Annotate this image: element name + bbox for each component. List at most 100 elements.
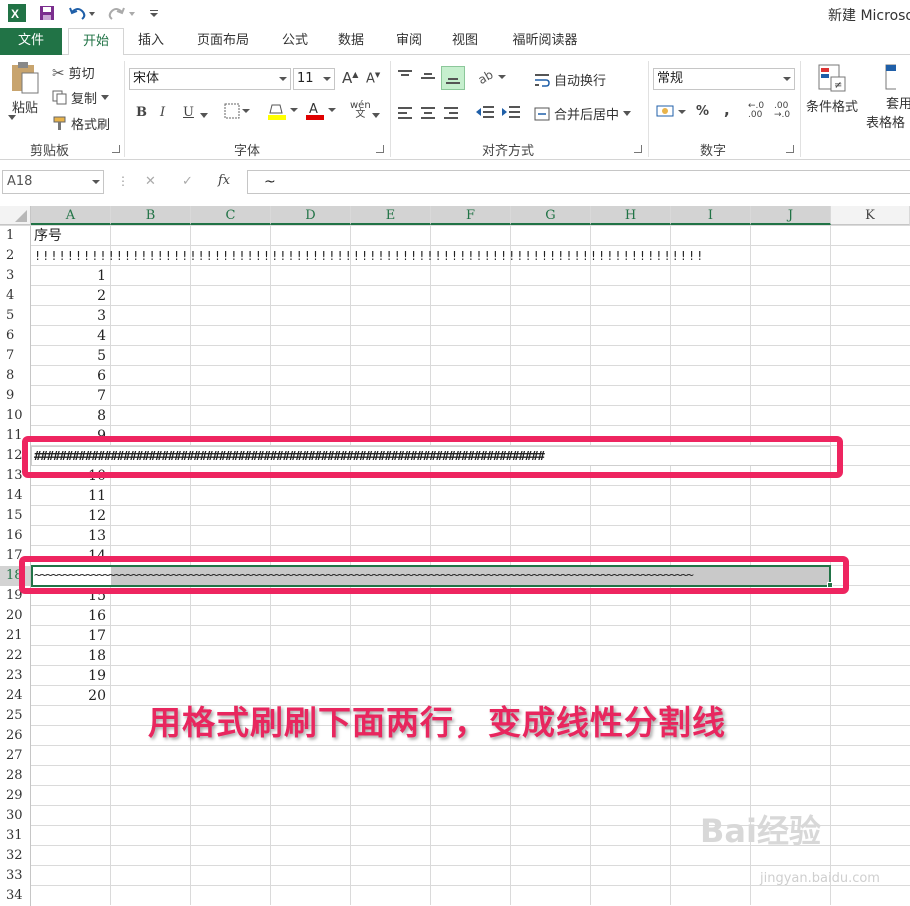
- align-left-icon[interactable]: [398, 107, 412, 123]
- align-right-icon[interactable]: [444, 107, 458, 123]
- name-box[interactable]: A18: [2, 170, 104, 194]
- percent-button[interactable]: %: [696, 104, 709, 119]
- tab-page-layout[interactable]: 页面布局: [186, 28, 260, 55]
- orientation-icon[interactable]: ab: [476, 67, 506, 89]
- alignment-launcher-icon[interactable]: [634, 145, 642, 153]
- column-header-a[interactable]: A: [31, 206, 111, 225]
- cell-number[interactable]: 12: [31, 506, 106, 526]
- cell-number[interactable]: 11: [31, 486, 106, 506]
- cell-number[interactable]: 2: [31, 286, 106, 306]
- cell-number[interactable]: 3: [31, 306, 106, 326]
- row-header[interactable]: 29: [0, 786, 31, 806]
- cancel-icon[interactable]: ✕: [145, 174, 156, 189]
- font-launcher-icon[interactable]: [376, 145, 384, 153]
- column-header-j[interactable]: J: [751, 206, 831, 225]
- tab-file[interactable]: 文件: [0, 28, 62, 55]
- format-as-table-button[interactable]: 套用 表格格: [866, 63, 910, 131]
- insert-function-icon[interactable]: fx: [218, 173, 230, 188]
- row-header[interactable]: 21: [0, 626, 31, 646]
- row-header[interactable]: 1: [0, 226, 31, 246]
- row-header[interactable]: 5: [0, 306, 31, 326]
- increase-decimal-icon[interactable]: ←.0.00: [748, 102, 764, 120]
- undo-icon[interactable]: [68, 4, 96, 22]
- borders-icon[interactable]: [224, 103, 250, 123]
- row-header[interactable]: 20: [0, 606, 31, 626]
- cell-number[interactable]: 20: [31, 686, 106, 706]
- fill-color-icon[interactable]: [268, 101, 300, 125]
- cell-a2[interactable]: !!!!!!!!!!!!!!!!!!!!!!!!!!!!!!!!!!!!!!!!…: [34, 246, 830, 266]
- cell-number[interactable]: 5: [31, 346, 106, 366]
- column-header-f[interactable]: F: [431, 206, 511, 225]
- tab-data[interactable]: 数据: [328, 28, 374, 55]
- cell-number[interactable]: 7: [31, 386, 106, 406]
- cut-button[interactable]: ✂ 剪切: [52, 63, 95, 83]
- enter-icon[interactable]: ✓: [182, 174, 193, 189]
- clipboard-launcher-icon[interactable]: [112, 145, 120, 153]
- row-header[interactable]: 9: [0, 386, 31, 406]
- paste-button[interactable]: 粘贴: [6, 61, 44, 116]
- row-header[interactable]: 26: [0, 726, 31, 746]
- cell-number[interactable]: 16: [31, 606, 106, 626]
- column-header-i[interactable]: I: [671, 206, 751, 225]
- column-header-k[interactable]: K: [831, 206, 910, 225]
- row-header[interactable]: 32: [0, 846, 31, 866]
- cell-a1[interactable]: 序号: [34, 226, 62, 246]
- copy-button[interactable]: 复制: [52, 88, 110, 107]
- italic-button[interactable]: I: [160, 105, 165, 120]
- cell-number[interactable]: 4: [31, 326, 106, 346]
- comma-button[interactable]: ,: [724, 101, 730, 119]
- tab-formulas[interactable]: 公式: [272, 28, 318, 55]
- row-header[interactable]: 10: [0, 406, 31, 426]
- cell-number[interactable]: 8: [31, 406, 106, 426]
- phonetic-dropdown-icon[interactable]: [372, 107, 380, 122]
- cell-number[interactable]: 1: [31, 266, 106, 286]
- row-header[interactable]: 33: [0, 866, 31, 886]
- cell-number[interactable]: 6: [31, 366, 106, 386]
- row-header[interactable]: 31: [0, 826, 31, 846]
- tab-insert[interactable]: 插入: [128, 28, 174, 55]
- row-header[interactable]: 27: [0, 746, 31, 766]
- row-header[interactable]: 34: [0, 886, 31, 906]
- customize-toolbar-icon[interactable]: [148, 4, 160, 22]
- conditional-format-button[interactable]: ≠ 条件格式: [806, 63, 858, 115]
- row-header[interactable]: 22: [0, 646, 31, 666]
- redo-icon[interactable]: [108, 4, 136, 22]
- font-color-icon[interactable]: A: [306, 101, 338, 125]
- row-header[interactable]: 30: [0, 806, 31, 826]
- increase-font-icon[interactable]: A▲: [342, 69, 358, 87]
- select-all-corner[interactable]: [0, 206, 31, 225]
- column-header-e[interactable]: E: [351, 206, 431, 225]
- save-icon[interactable]: [38, 4, 56, 22]
- column-header-g[interactable]: G: [511, 206, 591, 225]
- underline-button[interactable]: U: [183, 105, 194, 120]
- row-header[interactable]: 4: [0, 286, 31, 306]
- cell-number[interactable]: 13: [31, 526, 106, 546]
- formula-input[interactable]: ~: [247, 170, 910, 194]
- phonetic-guide-button[interactable]: wén 文: [350, 101, 371, 120]
- decrease-indent-icon[interactable]: [476, 105, 494, 123]
- format-painter-button[interactable]: 格式刷: [52, 114, 110, 133]
- underline-dropdown-icon[interactable]: [200, 107, 208, 122]
- row-header[interactable]: 7: [0, 346, 31, 366]
- row-header[interactable]: 25: [0, 706, 31, 726]
- tab-foxit-reader[interactable]: 福昕阅读器: [500, 28, 590, 55]
- row-header[interactable]: 2: [0, 246, 31, 266]
- row-header[interactable]: 14: [0, 486, 31, 506]
- decrease-decimal-icon[interactable]: .00 →.0: [774, 102, 790, 120]
- font-size-select[interactable]: 11: [293, 68, 335, 90]
- column-header-c[interactable]: C: [191, 206, 271, 225]
- decrease-font-icon[interactable]: A▼: [366, 71, 380, 86]
- tab-view[interactable]: 视图: [442, 28, 488, 55]
- row-header[interactable]: 28: [0, 766, 31, 786]
- wrap-text-button[interactable]: 自动换行: [534, 70, 606, 89]
- column-header-d[interactable]: D: [271, 206, 351, 225]
- row-header[interactable]: 16: [0, 526, 31, 546]
- merge-center-button[interactable]: 合并后居中: [534, 104, 632, 123]
- align-bottom-icon[interactable]: [441, 66, 465, 90]
- align-center-icon[interactable]: [421, 107, 435, 123]
- formula-bar-menu-icon[interactable]: ⋮: [117, 174, 129, 188]
- cell-number[interactable]: 17: [31, 626, 106, 646]
- column-header-h[interactable]: H: [591, 206, 671, 225]
- row-header[interactable]: 24: [0, 686, 31, 706]
- font-name-select[interactable]: 宋体: [129, 68, 291, 90]
